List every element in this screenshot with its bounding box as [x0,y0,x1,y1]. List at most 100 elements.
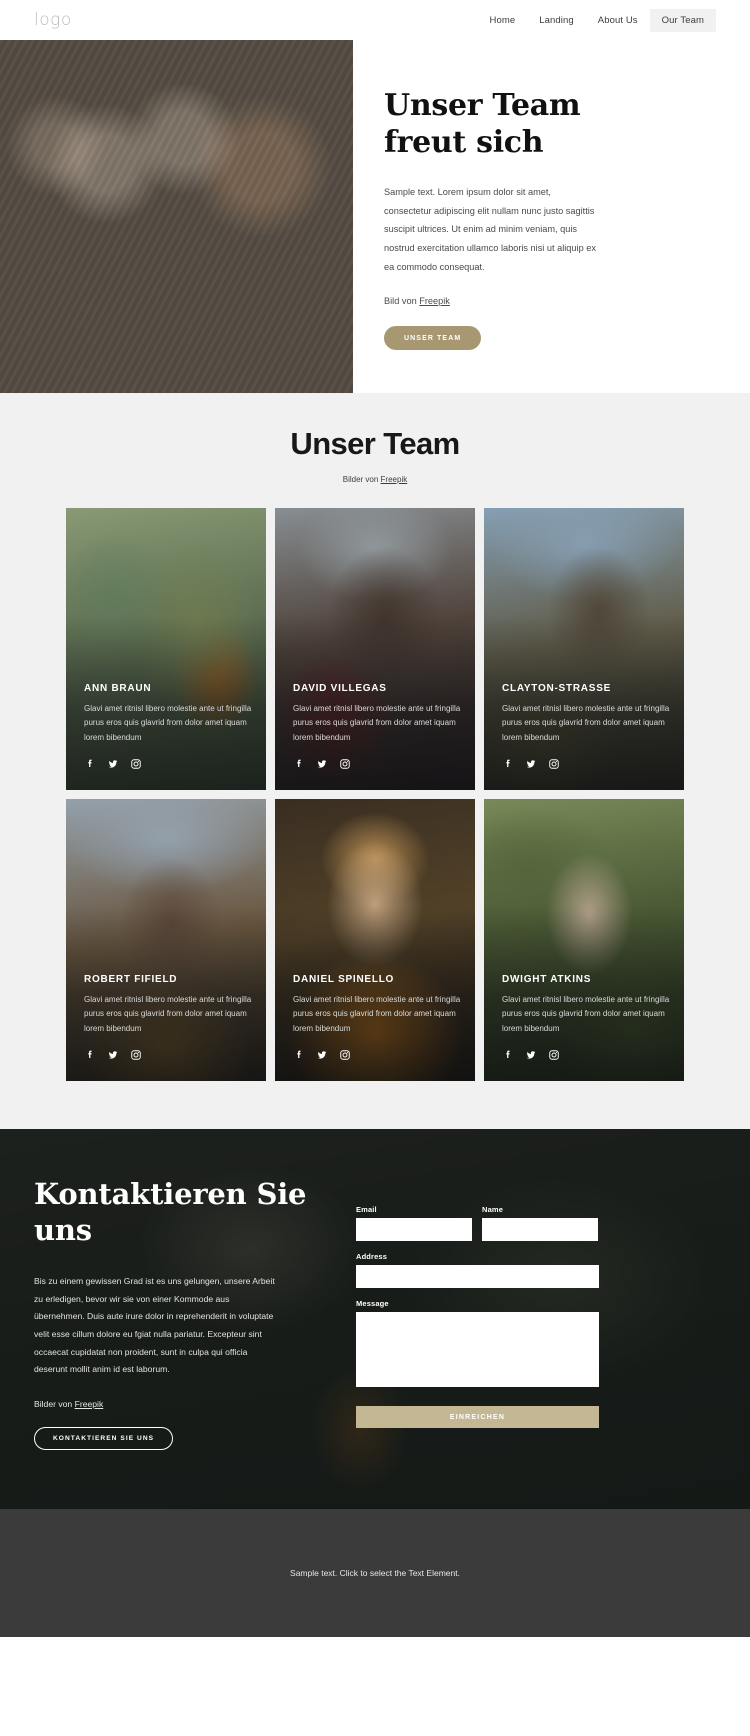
contact-title-line-1: Kontaktieren Sie [34,1177,307,1211]
team-card-body: DANIEL SPINELLO Glavi amet ritnisl liber… [293,974,461,1061]
address-label: Address [356,1252,388,1261]
hero-title: Unser Team freut sich [384,88,698,161]
team-card-socials [84,1049,252,1061]
instagram-icon[interactable] [130,1049,142,1061]
name-input[interactable] [482,1218,598,1241]
team-section-credit: Bilder von Freepik [0,475,750,484]
team-card-socials [293,758,461,770]
twitter-icon[interactable] [525,758,537,770]
team-card-name: DWIGHT ATKINS [502,973,592,985]
instagram-icon[interactable] [548,758,560,770]
email-input[interactable] [356,1218,472,1241]
team-card[interactable]: DAVID VILLEGAS Glavi amet ritnisl libero… [275,508,475,790]
hero-paragraph: Sample text. Lorem ipsum dolor sit amet,… [384,187,596,272]
team-card-description: Glavi amet ritnisl libero molestie ante … [84,703,252,743]
team-card-name: CLAYTON-STRASSE [502,682,612,694]
contact-credit-prefix: Bilder von [34,1399,75,1410]
address-input[interactable] [356,1265,599,1288]
facebook-icon[interactable] [502,1049,514,1061]
contact-section: Kontaktieren Sie uns Bis zu einem gewiss… [0,1129,750,1509]
contact-title-line-2: uns [34,1212,92,1247]
team-card-name: DANIEL SPINELLO [293,973,395,985]
email-field-group: Email [356,1205,472,1241]
address-field-group: Address [356,1252,599,1288]
site-footer: Sample text. Click to select the Text El… [0,1509,750,1637]
team-card-name: ROBERT FIFIELD [84,973,178,985]
hero-credit: Bild von Freepik [384,296,698,306]
team-card-name: ANN BRAUN [84,682,152,694]
team-section-title: Unser Team [290,426,460,461]
message-field-group: Message [356,1299,599,1392]
team-card-description: Glavi amet ritnisl libero molestie ante … [502,703,670,743]
twitter-icon[interactable] [107,1049,119,1061]
name-label: Name [482,1205,504,1214]
name-field-group: Name [482,1205,598,1241]
logo[interactable]: logo [34,10,72,30]
hero-title-line-2: freut sich [384,124,544,160]
team-card[interactable]: DWIGHT ATKINS Glavi amet ritnisl libero … [484,799,684,1081]
team-card-description: Glavi amet ritnisl libero molestie ante … [502,994,670,1034]
nav-item-about-us[interactable]: About Us [586,9,650,32]
team-credit-link[interactable]: Freepik [381,475,408,484]
team-card-socials [293,1049,461,1061]
team-card-description: Glavi amet ritnisl libero molestie ante … [293,994,461,1034]
message-textarea[interactable] [356,1312,599,1387]
team-card-description: Glavi amet ritnisl libero molestie ante … [84,994,252,1034]
team-section: Unser Team Bilder von Freepik ANN BRAUN … [0,393,750,1129]
team-card[interactable]: DANIEL SPINELLO Glavi amet ritnisl liber… [275,799,475,1081]
team-card-body: DAVID VILLEGAS Glavi amet ritnisl libero… [293,683,461,770]
team-card-body: CLAYTON-STRASSE Glavi amet ritnisl liber… [502,683,670,770]
main-nav: Home Landing About Us Our Team [478,8,716,32]
instagram-icon[interactable] [548,1049,560,1061]
facebook-icon[interactable] [502,758,514,770]
facebook-icon[interactable] [84,758,96,770]
hero-section: Unser Team freut sich Sample text. Lorem… [0,40,750,393]
team-card[interactable]: ROBERT FIFIELD Glavi amet ritnisl libero… [66,799,266,1081]
contact-cta-button[interactable]: KONTAKTIEREN SIE UNS [34,1427,174,1451]
instagram-icon[interactable] [130,758,142,770]
contact-credit-link[interactable]: Freepik [75,1399,104,1409]
contact-inner: Kontaktieren Sie uns Bis zu einem gewiss… [0,1129,750,1451]
instagram-icon[interactable] [339,1049,351,1061]
hero-credit-link[interactable]: Freepik [419,296,450,306]
hero-image-overlay [0,40,353,393]
facebook-icon[interactable] [84,1049,96,1061]
twitter-icon[interactable] [525,1049,537,1061]
team-card-socials [502,1049,670,1061]
footer-text: Sample text. Click to select the Text El… [290,1568,460,1578]
facebook-icon[interactable] [293,758,305,770]
hero-credit-prefix: Bild von [384,296,420,307]
team-card[interactable]: ANN BRAUN Glavi amet ritnisl libero mole… [66,508,266,790]
contact-paragraph: Bis zu einem gewissen Grad ist es uns ge… [34,1275,275,1375]
nav-item-our-team[interactable]: Our Team [649,8,716,32]
team-card-socials [502,758,670,770]
contact-form-row-1: Email Name [356,1205,599,1252]
twitter-icon[interactable] [316,758,328,770]
twitter-icon[interactable] [107,758,119,770]
team-card-name: DAVID VILLEGAS [293,682,387,694]
team-card-socials [84,758,252,770]
facebook-icon[interactable] [293,1049,305,1061]
twitter-icon[interactable] [316,1049,328,1061]
nav-item-home[interactable]: Home [478,9,528,32]
team-credit-prefix: Bilder von [342,475,381,484]
hero-content: Unser Team freut sich Sample text. Lorem… [353,40,750,393]
hero-cta-button[interactable]: UNSER TEAM [384,326,482,351]
team-card-body: ROBERT FIFIELD Glavi amet ritnisl libero… [84,974,252,1061]
site-header: logo Home Landing About Us Our Team [0,0,750,40]
hero-title-line-1: Unser Team [384,88,581,123]
contact-form: Email Name Address Message EINREICHEN [356,1177,599,1450]
team-cards-grid: ANN BRAUN Glavi amet ritnisl libero mole… [0,508,750,1081]
contact-left-column: Kontaktieren Sie uns Bis zu einem gewiss… [34,1177,324,1451]
email-label: Email [356,1205,377,1214]
nav-item-landing[interactable]: Landing [527,9,586,32]
team-card[interactable]: CLAYTON-STRASSE Glavi amet ritnisl liber… [484,508,684,790]
hero-image [0,40,353,393]
team-card-body: DWIGHT ATKINS Glavi amet ritnisl libero … [502,974,670,1061]
contact-title: Kontaktieren Sie uns [34,1177,324,1249]
team-card-description: Glavi amet ritnisl libero molestie ante … [293,703,461,743]
contact-credit: Bilder von Freepik [34,1399,324,1409]
submit-button[interactable]: EINREICHEN [356,1406,599,1428]
team-card-body: ANN BRAUN Glavi amet ritnisl libero mole… [84,683,252,770]
instagram-icon[interactable] [339,758,351,770]
